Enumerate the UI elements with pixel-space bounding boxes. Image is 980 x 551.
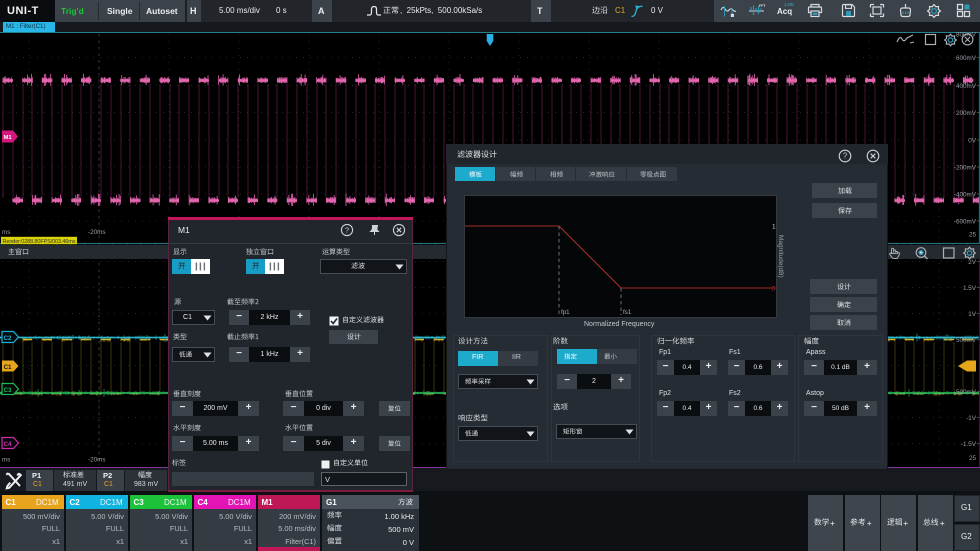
svg-text:0: 0 xyxy=(772,286,776,293)
svg-text:-20ms: -20ms xyxy=(88,456,106,463)
svg-text:-500mV: -500mV xyxy=(954,389,977,396)
svg-text:1.5V: 1.5V xyxy=(963,285,977,292)
svg-text:0V: 0V xyxy=(968,137,977,144)
svg-text:?: ? xyxy=(345,226,349,235)
svg-text:25: 25 xyxy=(969,231,977,238)
svg-text:C3: C3 xyxy=(4,386,12,393)
svg-text:25: 25 xyxy=(969,455,977,462)
svg-text:2V: 2V xyxy=(968,259,977,266)
svg-text:800mV: 800mV xyxy=(956,32,977,39)
svg-text:FFT: FFT xyxy=(759,4,766,8)
svg-text:C2: C2 xyxy=(4,334,12,341)
svg-text:ms: ms xyxy=(2,229,10,236)
svg-text:fs1: fs1 xyxy=(623,309,632,316)
svg-text:1: 1 xyxy=(772,224,776,231)
svg-text:1V: 1V xyxy=(968,311,977,318)
svg-text:fp1: fp1 xyxy=(561,309,570,316)
svg-text:-400mV: -400mV xyxy=(954,191,977,198)
svg-text:-200mV: -200mV xyxy=(954,164,977,171)
svg-text:ms: ms xyxy=(2,456,10,463)
svg-text:200mV: 200mV xyxy=(956,110,977,117)
svg-text:-600mV: -600mV xyxy=(954,218,977,225)
svg-text:-1V: -1V xyxy=(966,415,977,422)
svg-text:600mV: 600mV xyxy=(956,54,977,61)
svg-text:?: ? xyxy=(843,151,848,160)
svg-text:C1: C1 xyxy=(4,363,12,370)
svg-text:M1: M1 xyxy=(4,135,13,141)
svg-text:C4: C4 xyxy=(4,440,12,447)
svg-text:500mV: 500mV xyxy=(956,337,977,344)
svg-text:400mV: 400mV xyxy=(956,83,977,90)
svg-text:Render:0288.80FPS/003.46ms: Render:0288.80FPS/003.46ms xyxy=(3,238,76,244)
svg-text:-1.5V: -1.5V xyxy=(961,441,977,448)
svg-text:-20ms: -20ms xyxy=(88,229,106,236)
